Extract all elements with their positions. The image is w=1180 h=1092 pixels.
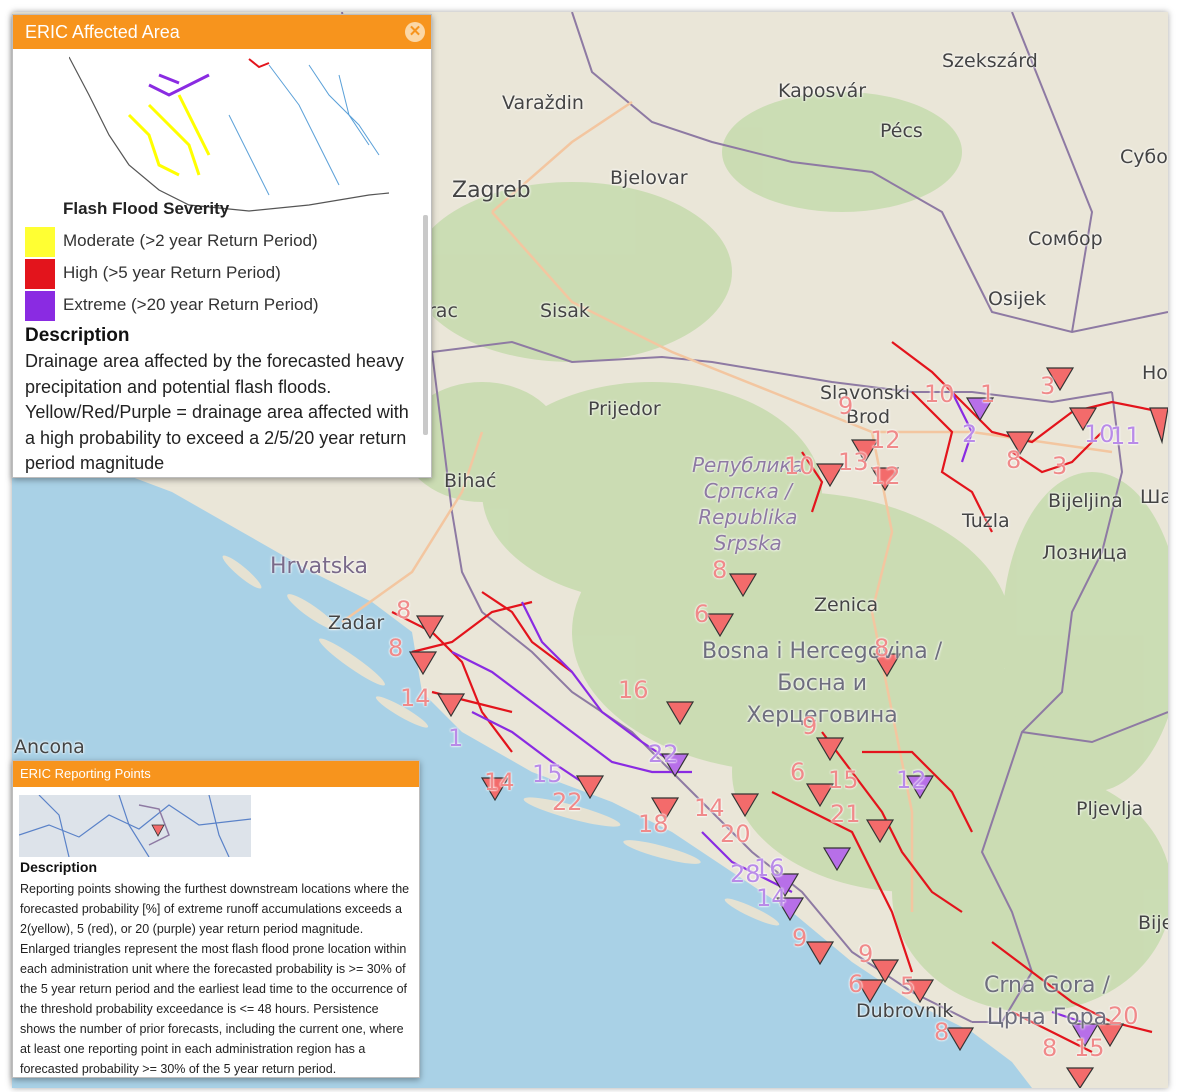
country-montenegro: Crna Gora / Црна Гора [984, 970, 1110, 1034]
marker-label: 15 [532, 760, 563, 788]
marker-label: 12 [870, 426, 901, 454]
marker-label: 20 [1108, 1002, 1139, 1030]
place-prijedor: Prijedor [588, 398, 661, 420]
marker-label: 1 [980, 380, 996, 408]
marker-label: 14 [694, 794, 725, 822]
reporting-points-thumbnail [19, 795, 251, 857]
country-bosnia: Bosna i Hercegovina / Босна и Херцеговин… [702, 636, 942, 732]
marker-label: 1 [448, 724, 464, 752]
affected-area-header: ERIC Affected Area ✕ [13, 15, 431, 49]
marker-label: 6 [790, 758, 806, 786]
marker-label: 3 [1040, 372, 1056, 400]
legend-label-high: High (>5 year Return Period) [63, 263, 281, 282]
marker-label: 9 [792, 924, 808, 952]
marker-label: 22 [552, 788, 583, 816]
marker-label: 22 [648, 740, 679, 768]
marker-label: 15 [828, 766, 859, 794]
place-bijeljina: Bijeljina [1048, 490, 1123, 512]
legend-swatch-extreme [25, 291, 55, 321]
marker-label: 8 [1042, 1034, 1058, 1062]
marker-label: 9 [858, 940, 874, 968]
bih-line-2: Босна и [777, 671, 867, 696]
mne-line-2: Црна Гора [986, 1005, 1108, 1030]
place-kaposvar: Kaposvár [778, 80, 867, 102]
marker-label: 5 [900, 972, 916, 1000]
marker-label: 14 [484, 768, 515, 796]
affected-area-panel: ERIC Affected Area ✕ Flash Flood Severit… [12, 14, 432, 478]
marker-label: 18 [638, 810, 669, 838]
marker-label: 8 [396, 596, 412, 624]
legend-title: Flash Flood Severity [63, 199, 230, 218]
marker-label: 16 [618, 676, 649, 704]
marker-label: 10 [784, 452, 815, 480]
marker-label: 8 [1006, 446, 1022, 474]
marker-label: 10 [924, 380, 955, 408]
place-ancona: Ancona [14, 736, 85, 758]
place-novi: Но [1142, 362, 1168, 384]
marker-label: 9 [802, 712, 818, 740]
reporting-points-title: ERIC Reporting Points [20, 766, 151, 781]
place-bihac: Bihać [444, 470, 497, 492]
marker-label: 8 [388, 634, 404, 662]
place-zenica: Zenica [814, 594, 879, 616]
country-hrvatska: Hrvatska [270, 554, 369, 579]
bih-line-3: Херцеговина [746, 703, 898, 728]
reporting-points-header: ERIC Reporting Points [13, 761, 419, 787]
panel-scrollbar[interactable] [423, 215, 428, 435]
marker-label: 13 [838, 448, 869, 476]
marker-label: 6 [848, 970, 864, 998]
marker-label: 21 [830, 800, 861, 828]
marker-label: 14 [756, 884, 787, 912]
legend-label-extreme: Extreme (>20 year Return Period) [63, 295, 319, 314]
place-zagreb: Zagreb [452, 178, 531, 203]
place-tuzla: Tuzla [962, 510, 1010, 532]
place-pljevlja: Pljevlja [1076, 798, 1144, 820]
place-subotica: Субо [1120, 146, 1168, 168]
description-text: Drainage area affected by the forecasted… [25, 351, 409, 473]
description-title: Description [25, 325, 130, 346]
reporting-points-panel: ERIC Reporting Points Description Report… [12, 760, 420, 1078]
close-icon[interactable]: ✕ [405, 22, 425, 42]
place-sisak: Sisak [540, 300, 590, 322]
marker-label: 8 [874, 634, 890, 662]
reporting-description-text: Reporting points showing the furthest do… [20, 882, 410, 1076]
marker-label: 14 [400, 684, 431, 712]
place-pecs: Pécs [880, 120, 923, 142]
mne-line-1: Crna Gora / [984, 973, 1110, 998]
marker-label: 8 [934, 1018, 950, 1046]
marker-label: 9 [838, 392, 854, 420]
place-slavonski: Slavonski [820, 382, 911, 404]
place-zadar: Zadar [328, 612, 385, 634]
marker-label: 15 [1074, 1034, 1105, 1062]
marker-label: 8 [712, 556, 728, 584]
rs-line-2: Српска / [703, 479, 792, 503]
place-sabac: Ша [1140, 486, 1168, 508]
affected-area-title: ERIC Affected Area [25, 22, 180, 42]
marker-label: 3 [1052, 452, 1068, 480]
place-varazdin: Varaždin [502, 92, 584, 114]
marker-label: 11 [1110, 422, 1141, 450]
place-bijelo-polje: Bije [1138, 912, 1168, 934]
place-loznica: Лозница [1042, 542, 1128, 564]
place-szekszard: Szekszárd [942, 50, 1038, 72]
rs-line-3: Republika [698, 505, 798, 529]
marker-label: 20 [720, 820, 751, 848]
marker-label: 6 [694, 600, 710, 628]
legend-swatch-moderate [25, 227, 55, 257]
reporting-description-title: Description [20, 859, 98, 875]
marker-label: 2 [962, 420, 978, 448]
place-sombor: Сомбор [1028, 228, 1103, 250]
rs-line-4: Srpska [713, 531, 782, 555]
bih-line-1: Bosna i Hercegovina / [702, 639, 943, 664]
marker-label: 12 [896, 766, 927, 794]
affected-area-thumbnail [69, 55, 389, 213]
place-bjelovar: Bjelovar [610, 167, 688, 189]
legend-swatch-high [25, 259, 55, 289]
place-osijek: Osijek [988, 288, 1047, 310]
legend-label-moderate: Moderate (>2 year Return Period) [63, 231, 318, 250]
place-rac: rac [428, 300, 458, 322]
marker-label: 12 [870, 462, 901, 490]
